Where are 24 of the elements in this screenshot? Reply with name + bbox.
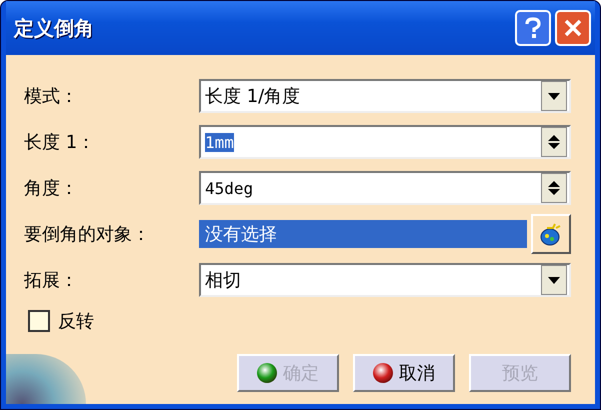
dropdown-field[interactable]: 相切 bbox=[199, 263, 571, 297]
window-title: 定义倒角 bbox=[14, 14, 94, 42]
field-label: 长度 1： bbox=[24, 131, 96, 154]
checkbox[interactable] bbox=[28, 310, 50, 332]
dropdown-field[interactable]: 长度 1/角度 bbox=[199, 79, 571, 113]
ball-icon bbox=[257, 363, 277, 383]
ball-icon bbox=[373, 363, 393, 383]
close-button[interactable] bbox=[555, 10, 591, 46]
spinner-arrows-icon[interactable] bbox=[541, 173, 567, 203]
dialog-button[interactable]: 取消 bbox=[353, 354, 455, 392]
checkbox-label: 反转 bbox=[58, 310, 94, 333]
selection-tool-button[interactable] bbox=[531, 214, 571, 254]
field-label: 要倒角的对象： bbox=[24, 223, 151, 246]
input-field[interactable]: 45deg bbox=[199, 171, 571, 205]
help-button[interactable] bbox=[515, 10, 551, 46]
field-label: 拓展： bbox=[24, 269, 79, 292]
field-label: 模式： bbox=[24, 85, 79, 108]
question-mark-icon bbox=[524, 17, 542, 39]
close-icon bbox=[564, 19, 582, 37]
input-field[interactable]: 1mm bbox=[199, 125, 571, 159]
field-label: 角度： bbox=[24, 177, 79, 200]
spinner-arrows-icon[interactable] bbox=[541, 127, 567, 157]
selection-field[interactable]: 没有选择 bbox=[199, 220, 527, 248]
bag-icon bbox=[539, 222, 563, 246]
